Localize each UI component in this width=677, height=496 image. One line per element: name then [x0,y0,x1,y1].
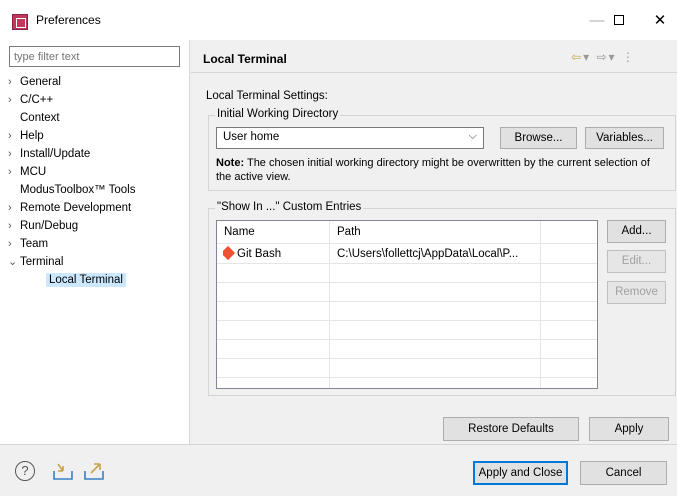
help-icon[interactable]: ? [15,461,35,481]
table-row-name[interactable]: Git Bash [223,245,327,263]
row-divider [217,339,597,340]
chevron-right-icon[interactable]: › [8,73,20,91]
row-divider [217,243,597,244]
row-divider [217,263,597,264]
back-arrow-icon[interactable]: ⇦ [571,50,583,64]
column-divider [329,221,330,388]
tree-item-team[interactable]: › Team [8,235,186,253]
close-button[interactable]: ✕ [640,8,677,34]
export-icon[interactable] [83,461,105,481]
tree-item-modustoolbox-tools[interactable]: ModusToolbox™ Tools [8,181,186,199]
chevron-right-icon[interactable]: › [8,235,20,253]
import-icon[interactable] [52,461,74,481]
chevron-right-icon[interactable]: › [8,91,20,109]
custom-entries-table[interactable]: Name Path Git Bash C:\Users\follettcj\Ap… [216,220,598,389]
filter-input[interactable] [9,46,180,67]
more-options-icon[interactable]: ⋮ [622,50,636,64]
row-divider [217,320,597,321]
tree-item-general[interactable]: › General [8,73,186,91]
tree-item-install-update[interactable]: › Install/Update [8,145,186,163]
remove-entry-button[interactable]: Remove [607,281,666,304]
git-icon [223,245,236,261]
maximize-icon [614,15,624,25]
browse-button[interactable]: Browse... [500,127,577,149]
title-bar: Preferences — ✕ [0,0,677,40]
tree-item-run-debug[interactable]: › Run/Debug [8,217,186,235]
preferences-sidebar: ›General ›C/C++ Context ›Help ›Install/U… [0,40,190,444]
tree-item-mcu[interactable]: › MCU [8,163,186,181]
chevron-down-icon[interactable]: ⌄ [8,253,20,271]
chevron-right-icon[interactable]: › [8,145,20,163]
chevron-right-icon[interactable]: › [8,127,20,145]
working-directory-value: User home [223,131,280,143]
chevron-right-icon[interactable]: › [8,199,20,217]
chevron-down-icon: ⌵ [468,130,477,142]
window-title: Preferences [36,13,101,27]
column-header-path[interactable]: Path [330,221,540,243]
working-directory-select[interactable]: User home ⌵ [216,127,484,149]
tree-item-help[interactable]: › Help [8,127,186,145]
forward-menu-icon[interactable]: ▾ [609,50,617,64]
forward-arrow-icon[interactable]: ⇨ [596,50,608,64]
add-entry-button[interactable]: Add... [607,220,666,243]
app-icon [12,14,28,30]
maximize-button[interactable] [599,8,639,34]
working-directory-group-title: Initial Working Directory [215,108,341,120]
column-header-name[interactable]: Name [217,221,329,243]
row-divider [217,301,597,302]
tree-item-context[interactable]: Context [8,109,186,127]
page-title: Local Terminal [203,52,287,66]
title-divider [191,72,677,73]
restore-defaults-button[interactable]: Restore Defaults [443,417,579,441]
custom-entries-group-title: "Show In ..." Custom Entries [215,201,364,213]
back-menu-icon[interactable]: ▾ [583,50,591,64]
tree-item-cpp[interactable]: › C/C++ [8,91,186,109]
tree-item-terminal[interactable]: ⌄ Terminal [8,253,186,271]
apply-and-close-button[interactable]: Apply and Close [473,461,568,485]
row-divider [217,282,597,283]
edit-entry-button[interactable]: Edit... [607,250,666,273]
note-label: Note: [216,157,245,169]
column-divider [540,221,541,388]
apply-button[interactable]: Apply [589,417,669,441]
footer-divider [0,444,677,445]
row-divider [217,377,597,378]
chevron-right-icon[interactable]: › [8,217,20,235]
note-text: The chosen initial working directory mig… [216,157,650,183]
tree-item-remote-development[interactable]: › Remote Development [8,199,186,217]
tree-item-local-terminal[interactable]: Local Terminal [8,271,186,289]
preferences-tree: › General › C/C++ Context › Help › Install/U… [8,73,186,289]
table-row-path[interactable]: C:\Users\follettcj\AppData\Local\P... [337,245,537,263]
row-divider [217,358,597,359]
variables-button[interactable]: Variables... [585,127,664,149]
settings-label: Local Terminal Settings: [206,90,328,102]
cancel-button[interactable]: Cancel [580,461,667,485]
working-directory-note: Note: The chosen initial working directo… [216,156,656,184]
chevron-right-icon[interactable]: › [8,163,20,181]
page-navigation: ⇦▾ ⇨▾ ⋮ [571,50,636,64]
